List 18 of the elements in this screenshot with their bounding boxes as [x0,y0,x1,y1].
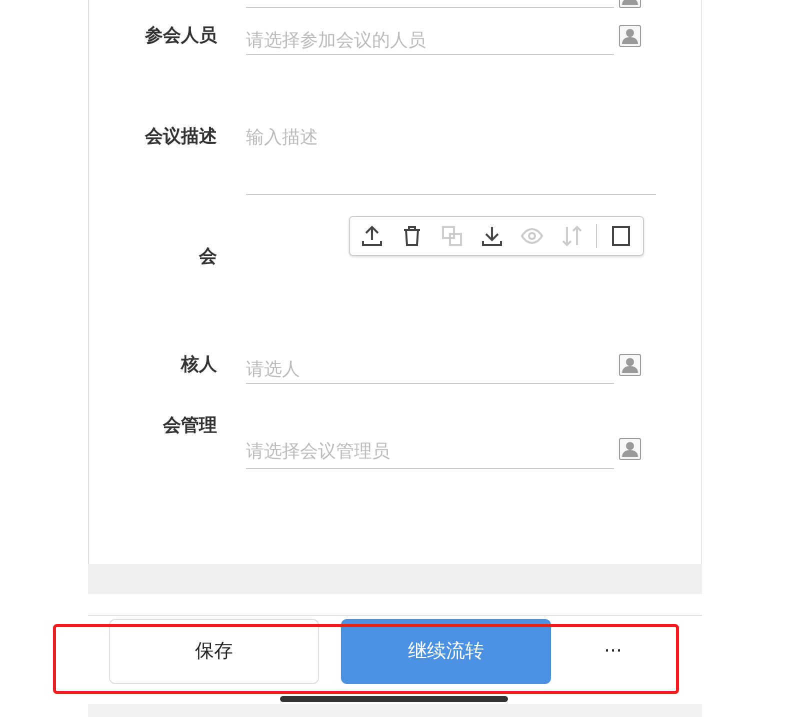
person-picker-icon[interactable] [619,25,641,47]
person-picker-icon[interactable] [619,354,641,376]
submit-button[interactable]: 继续流转 [341,618,551,684]
select-field[interactable]: 请选人 [246,354,614,384]
placeholder: 输入描述 [246,126,318,149]
field-label: 核人 [180,353,218,376]
save-button[interactable]: 保存 [109,618,319,684]
select-field[interactable]: 请选择会议管理员 [246,433,614,469]
placeholder: 请选择参加会议的人员 [246,28,426,52]
text-area[interactable]: 输入描述 [246,100,656,195]
field-label: 会管理 [162,414,218,437]
placeholder: 请选择会议管理员 [246,440,390,462]
placeholder: 请选人 [246,358,300,380]
select-field[interactable]: 请选择参加会议的人员 [246,25,614,55]
field-label: 会 [198,245,218,268]
field-label: 参会人员 [144,24,218,47]
person-picker-icon[interactable] [619,438,641,460]
field-label: 会议描述 [144,125,218,148]
